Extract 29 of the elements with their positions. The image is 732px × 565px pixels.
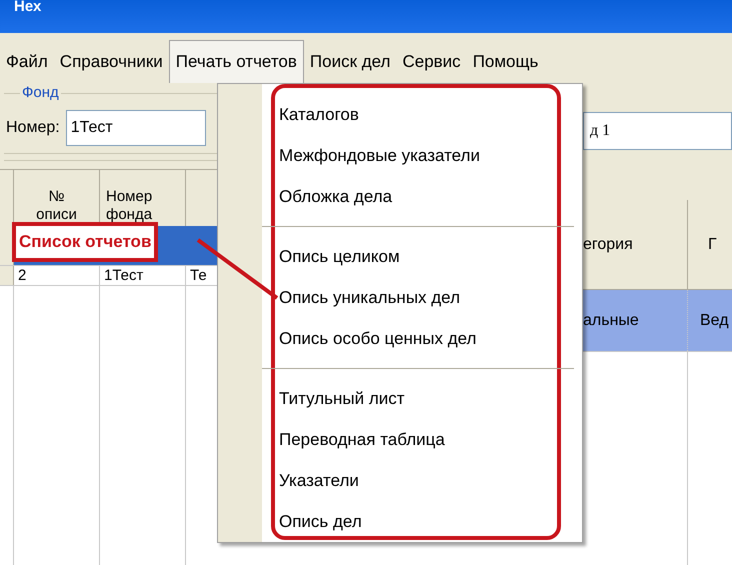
menu-option[interactable]: Указатели [279, 468, 359, 494]
number-label: Номер: [6, 118, 60, 138]
menu-item[interactable]: Помощь [466, 40, 544, 83]
column-header[interactable]: Г [688, 200, 732, 289]
table-row[interactable]: альные Вед [583, 290, 732, 352]
menu-item[interactable]: Справочники [54, 40, 169, 83]
table-cell: 2 [18, 267, 26, 284]
table-cell: Те [190, 267, 207, 284]
menu-option[interactable]: Межфондовые указатели [279, 142, 480, 168]
table-cell-text: Вед [700, 310, 729, 330]
menu-option[interactable]: Титульный лист [279, 386, 405, 412]
menu-item[interactable]: Поиск дел [304, 40, 396, 83]
menu-item[interactable]: Печать отчетов [168, 40, 304, 83]
menu-item[interactable]: Сервис [396, 40, 467, 83]
menu-option[interactable]: Опись целиком [279, 244, 400, 270]
menu-item[interactable]: Файл [0, 40, 54, 83]
number-field[interactable]: 1Тест [66, 110, 206, 146]
menu-option[interactable]: Обложка дела [279, 184, 392, 210]
annotation-label: Список отчетов [12, 222, 158, 262]
menu-option[interactable]: Опись уникальных дел [279, 284, 460, 310]
table-cell-text: альные [583, 310, 639, 330]
menu-option[interactable]: Каталогов [279, 102, 359, 128]
menu-option[interactable]: Опись особо ценных дел [279, 326, 476, 352]
group-title: Фонд [20, 84, 61, 102]
menu-option[interactable]: Опись дел [279, 508, 362, 534]
menu-option[interactable]: Переводная таблица [279, 426, 445, 452]
window-title: Нех [14, 0, 42, 14]
table-cell: 1Тест [104, 267, 144, 284]
text-field[interactable]: д 1 [583, 112, 732, 150]
